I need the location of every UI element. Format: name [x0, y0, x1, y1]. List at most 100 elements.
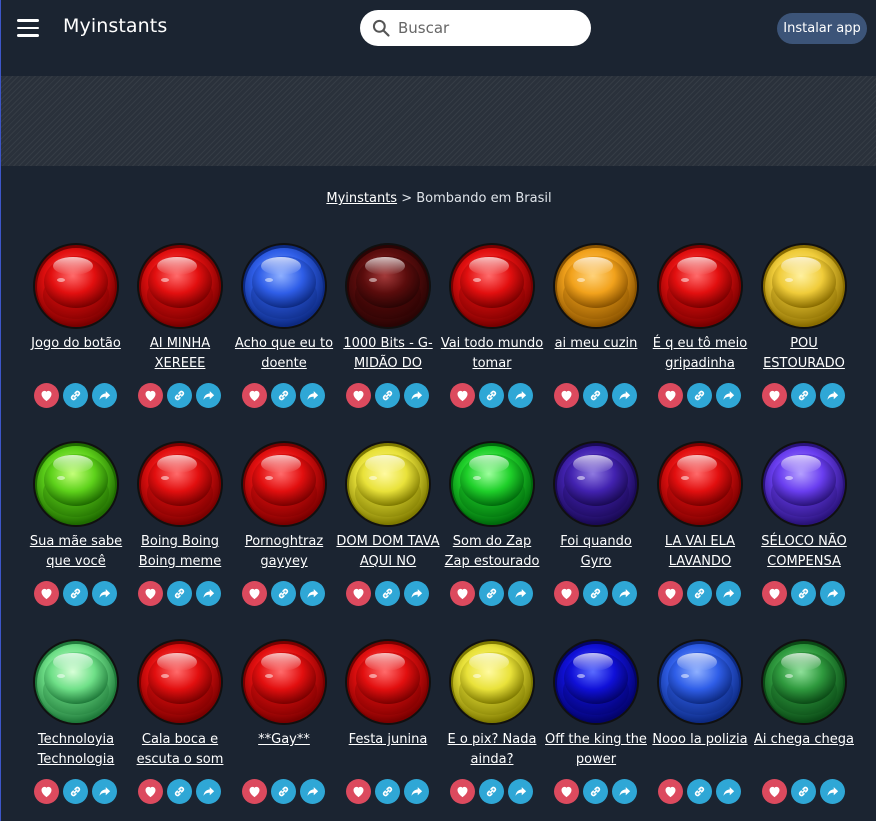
play-sound-button[interactable] [655, 636, 745, 726]
sound-title-link[interactable]: Off the king the power [544, 730, 648, 770]
sound-title-link[interactable]: SÉLOCO NÃO COMPENSA [752, 532, 856, 572]
copy-link-button[interactable] [583, 383, 608, 408]
copy-link-button[interactable] [583, 779, 608, 804]
copy-link-button[interactable] [167, 383, 192, 408]
sound-title-link[interactable]: Cala boca e escuta o som [128, 730, 232, 770]
play-sound-button[interactable] [447, 438, 537, 528]
sound-title-link[interactable]: Foi quando Gyro [544, 532, 648, 572]
sound-title-link[interactable]: LA VAI ELA LAVANDO [648, 532, 752, 572]
search-box[interactable] [360, 10, 591, 46]
favorite-button[interactable] [762, 383, 787, 408]
sound-title-link[interactable]: POU ESTOURADO [752, 334, 856, 374]
menu-icon[interactable] [17, 19, 39, 37]
share-button[interactable] [196, 779, 221, 804]
share-button[interactable] [612, 779, 637, 804]
share-button[interactable] [820, 581, 845, 606]
sound-title-link[interactable]: É q eu tô meio gripadinha [648, 334, 752, 374]
play-sound-button[interactable] [447, 636, 537, 726]
favorite-button[interactable] [762, 581, 787, 606]
sound-title-link[interactable]: Nooo la polizia [648, 730, 752, 770]
favorite-button[interactable] [450, 581, 475, 606]
copy-link-button[interactable] [479, 779, 504, 804]
sound-title-link[interactable]: **Gay** [232, 730, 336, 770]
share-button[interactable] [820, 383, 845, 408]
play-sound-button[interactable] [239, 636, 329, 726]
play-sound-button[interactable] [759, 636, 849, 726]
sound-title-link[interactable]: Festa junina [336, 730, 440, 770]
favorite-button[interactable] [450, 779, 475, 804]
share-button[interactable] [612, 383, 637, 408]
play-sound-button[interactable] [759, 240, 849, 330]
favorite-button[interactable] [346, 581, 371, 606]
favorite-button[interactable] [138, 779, 163, 804]
share-button[interactable] [508, 581, 533, 606]
sound-title-link[interactable]: AI MINHA XEREEE [128, 334, 232, 374]
copy-link-button[interactable] [791, 779, 816, 804]
share-button[interactable] [404, 581, 429, 606]
play-sound-button[interactable] [447, 240, 537, 330]
copy-link-button[interactable] [583, 581, 608, 606]
sound-title-link[interactable]: ai meu cuzin [544, 334, 648, 374]
brand-logo[interactable]: Myinstants [63, 15, 167, 37]
share-button[interactable] [820, 779, 845, 804]
play-sound-button[interactable] [551, 636, 641, 726]
play-sound-button[interactable] [31, 636, 121, 726]
favorite-button[interactable] [450, 383, 475, 408]
copy-link-button[interactable] [479, 383, 504, 408]
share-button[interactable] [508, 779, 533, 804]
install-app-button[interactable]: Instalar app [777, 13, 867, 44]
play-sound-button[interactable] [343, 636, 433, 726]
share-button[interactable] [196, 383, 221, 408]
play-sound-button[interactable] [135, 636, 225, 726]
play-sound-button[interactable] [655, 240, 745, 330]
sound-title-link[interactable]: Vai todo mundo tomar [440, 334, 544, 374]
share-button[interactable] [716, 779, 741, 804]
share-button[interactable] [300, 779, 325, 804]
copy-link-button[interactable] [271, 581, 296, 606]
sound-title-link[interactable]: Technoloyia Technologia [24, 730, 128, 770]
share-button[interactable] [716, 581, 741, 606]
favorite-button[interactable] [346, 779, 371, 804]
copy-link-button[interactable] [167, 779, 192, 804]
copy-link-button[interactable] [63, 779, 88, 804]
share-button[interactable] [92, 383, 117, 408]
favorite-button[interactable] [34, 383, 59, 408]
favorite-button[interactable] [762, 779, 787, 804]
favorite-button[interactable] [346, 383, 371, 408]
favorite-button[interactable] [34, 581, 59, 606]
copy-link-button[interactable] [687, 581, 712, 606]
play-sound-button[interactable] [759, 438, 849, 528]
share-button[interactable] [404, 779, 429, 804]
favorite-button[interactable] [658, 581, 683, 606]
favorite-button[interactable] [554, 779, 579, 804]
favorite-button[interactable] [554, 383, 579, 408]
breadcrumb-home-link[interactable]: Myinstants [326, 191, 397, 206]
play-sound-button[interactable] [135, 438, 225, 528]
play-sound-button[interactable] [551, 240, 641, 330]
play-sound-button[interactable] [31, 240, 121, 330]
favorite-button[interactable] [658, 779, 683, 804]
favorite-button[interactable] [242, 779, 267, 804]
favorite-button[interactable] [554, 581, 579, 606]
copy-link-button[interactable] [791, 581, 816, 606]
play-sound-button[interactable] [239, 438, 329, 528]
copy-link-button[interactable] [63, 383, 88, 408]
share-button[interactable] [196, 581, 221, 606]
favorite-button[interactable] [138, 383, 163, 408]
share-button[interactable] [508, 383, 533, 408]
copy-link-button[interactable] [271, 779, 296, 804]
play-sound-button[interactable] [135, 240, 225, 330]
sound-title-link[interactable]: 1000 Bits - G-MIDÃO DO [336, 334, 440, 374]
play-sound-button[interactable] [31, 438, 121, 528]
search-input[interactable] [398, 10, 583, 46]
share-button[interactable] [404, 383, 429, 408]
play-sound-button[interactable] [239, 240, 329, 330]
sound-title-link[interactable]: Jogo do botão [24, 334, 128, 374]
sound-title-link[interactable]: E o pix? Nada ainda? [440, 730, 544, 770]
copy-link-button[interactable] [479, 581, 504, 606]
play-sound-button[interactable] [343, 240, 433, 330]
copy-link-button[interactable] [271, 383, 296, 408]
share-button[interactable] [612, 581, 637, 606]
share-button[interactable] [716, 383, 741, 408]
sound-title-link[interactable]: DOM DOM TAVA AQUI NO [336, 532, 440, 572]
